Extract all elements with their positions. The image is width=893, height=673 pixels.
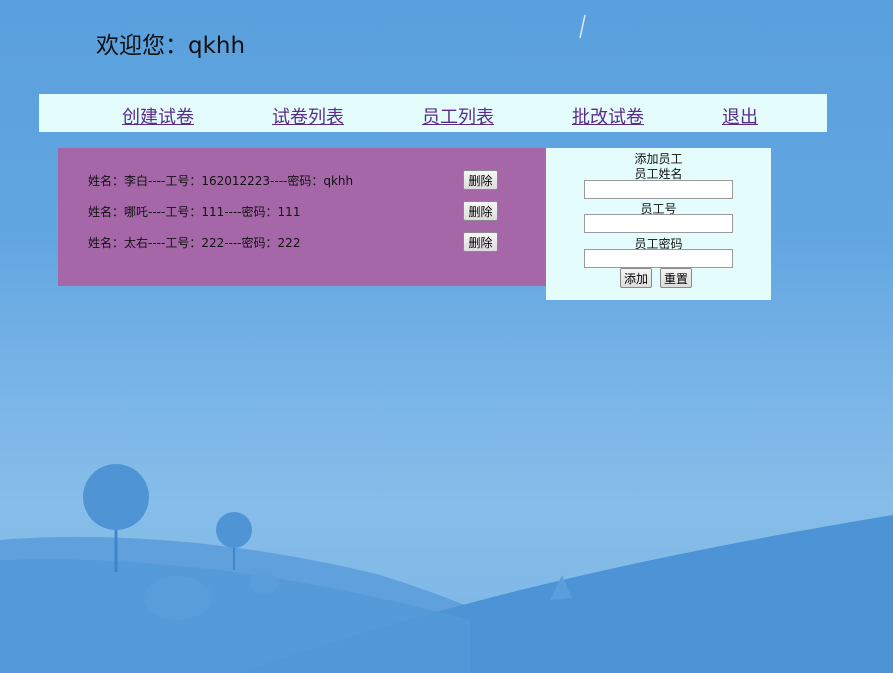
add-button[interactable]: 添加 bbox=[620, 268, 653, 288]
delete-employee-button[interactable]: 删除 bbox=[463, 170, 498, 190]
employee-row-info: 姓名：李白----工号：162012223----密码：qkhh bbox=[88, 174, 354, 188]
employee-id-input[interactable] bbox=[584, 214, 733, 233]
nav-exam-list[interactable]: 试卷列表 bbox=[272, 103, 344, 129]
nav-grade-exam[interactable]: 批改试卷 bbox=[572, 103, 644, 129]
welcome-heading: 欢迎您：qkhh bbox=[96, 33, 246, 59]
nav-logout[interactable]: 退出 bbox=[722, 103, 758, 129]
reset-button[interactable]: 重置 bbox=[660, 268, 693, 288]
nav-create-exam[interactable]: 创建试卷 bbox=[122, 103, 194, 129]
employee-row-info: 姓名：哪吒----工号：111----密码：111 bbox=[88, 205, 301, 219]
employee-password-input[interactable] bbox=[584, 249, 733, 268]
delete-employee-button[interactable]: 删除 bbox=[463, 201, 498, 221]
top-nav: 创建试卷 试卷列表 员工列表 批改试卷 退出 bbox=[39, 94, 827, 132]
employee-list-panel: 姓名：李白----工号：162012223----密码：qkhh 删除 姓名：哪… bbox=[58, 148, 547, 286]
add-employee-form: 添加员工 员工姓名 员工号 员工密码 添加 重置 bbox=[546, 148, 771, 300]
employee-row-info: 姓名：太右----工号：222----密码：222 bbox=[88, 236, 301, 250]
employee-name-input[interactable] bbox=[584, 180, 733, 199]
nav-employee-list[interactable]: 员工列表 bbox=[422, 103, 494, 129]
delete-employee-button[interactable]: 删除 bbox=[463, 232, 498, 252]
